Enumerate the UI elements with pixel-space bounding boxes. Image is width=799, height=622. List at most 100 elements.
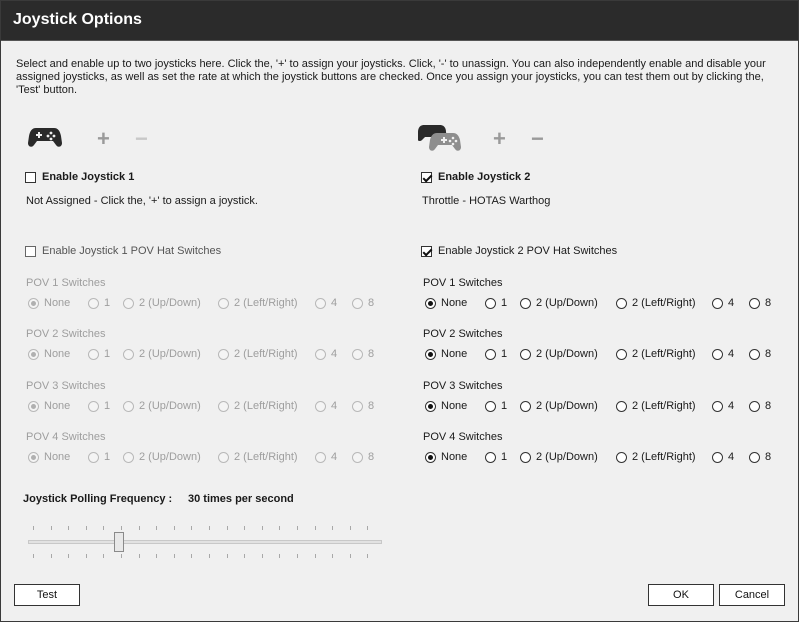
radio-2-left-right[interactable]: 2 (Left/Right) [218, 400, 298, 412]
radio-8[interactable]: 8 [352, 348, 374, 360]
radio-none[interactable]: None [28, 348, 70, 360]
slider-tick [68, 554, 70, 558]
radio-2-left-right[interactable]: 2 (Left/Right) [616, 297, 696, 309]
slider-tick [103, 554, 105, 558]
joystick1-status: Not Assigned - Click the, '+' to assign … [26, 195, 258, 207]
radio-2-up-down[interactable]: 2 (Up/Down) [123, 451, 201, 463]
enable-joystick1-checkbox[interactable]: Enable Joystick 1 [25, 171, 134, 183]
polling-frequency-label: Joystick Polling Frequency : [23, 493, 173, 505]
radio-none[interactable]: None [28, 297, 70, 309]
enable-joystick1-label: Enable Joystick 1 [42, 171, 135, 183]
slider-tick [33, 526, 34, 530]
radio-none[interactable]: None [425, 451, 467, 463]
radio-2-up-down[interactable]: 2 (Up/Down) [520, 400, 598, 412]
ok-button[interactable]: OK [648, 584, 714, 606]
slider-tick [297, 554, 298, 558]
slider-tick [85, 526, 87, 530]
unassign-joystick2-button[interactable]: − [531, 128, 544, 150]
slider-tick [121, 554, 122, 558]
radio-4[interactable]: 4 [712, 400, 734, 412]
enable-joystick1-pov-label: Enable Joystick 1 POV Hat Switches [42, 245, 222, 257]
radio-8[interactable]: 8 [749, 297, 771, 309]
radio-8[interactable]: 8 [749, 400, 771, 412]
radio-4[interactable]: 4 [315, 400, 337, 412]
slider-tick [226, 554, 228, 558]
radio-1[interactable]: 1 [88, 451, 110, 463]
slider-tick [156, 554, 158, 558]
radio-4[interactable]: 4 [315, 297, 337, 309]
slider-tick [191, 526, 193, 530]
radio-2-up-down[interactable]: 2 (Up/Down) [520, 297, 598, 309]
slider-tick [138, 526, 140, 530]
radio-2-left-right[interactable]: 2 (Left/Right) [218, 451, 298, 463]
assign-joystick1-button[interactable]: + [97, 128, 110, 150]
radio-8[interactable]: 8 [749, 348, 771, 360]
radio-none[interactable]: None [425, 348, 467, 360]
slider-tick [138, 554, 140, 558]
intro-text: Select and enable up to two joysticks he… [16, 58, 766, 96]
radio-none[interactable]: None [425, 400, 467, 412]
slider-tick [173, 554, 175, 558]
slider-tick [279, 526, 281, 530]
radio-4[interactable]: 4 [712, 348, 734, 360]
joystick2-status: Throttle - HOTAS Warthog [422, 195, 551, 207]
radio-4[interactable]: 4 [712, 297, 734, 309]
radio-2-left-right[interactable]: 2 (Left/Right) [616, 400, 696, 412]
enable-joystick2-pov-checkbox[interactable]: Enable Joystick 2 POV Hat Switches [421, 245, 617, 257]
radio-8[interactable]: 8 [352, 400, 374, 412]
radio-2-left-right[interactable]: 2 (Left/Right) [616, 348, 696, 360]
radio-1[interactable]: 1 [485, 400, 507, 412]
window-title: Joystick Options [13, 11, 142, 28]
slider-tick [121, 526, 122, 530]
slider-tick [349, 526, 351, 530]
checkbox-box [25, 171, 36, 183]
enable-joystick2-label: Enable Joystick 2 [438, 171, 531, 183]
slider-tick [279, 554, 281, 558]
unassign-joystick1-button[interactable]: − [135, 128, 148, 150]
slider-track [28, 540, 382, 544]
radio-4[interactable]: 4 [315, 348, 337, 360]
radio-none[interactable]: None [425, 297, 467, 309]
enable-joystick2-checkbox[interactable]: Enable Joystick 2 [421, 171, 530, 183]
radio-2-left-right[interactable]: 2 (Left/Right) [218, 297, 298, 309]
pov4-label-j2: POV 4 Switches [423, 431, 503, 443]
radio-2-up-down[interactable]: 2 (Up/Down) [123, 348, 201, 360]
radio-1[interactable]: 1 [88, 400, 110, 412]
enable-joystick1-pov-checkbox[interactable]: Enable Joystick 1 POV Hat Switches [25, 245, 221, 257]
radio-none[interactable]: None [28, 451, 70, 463]
radio-none[interactable]: None [28, 400, 70, 412]
slider-tick [332, 554, 334, 558]
radio-1[interactable]: 1 [88, 348, 110, 360]
polling-frequency-slider[interactable] [28, 521, 384, 561]
slider-tick [209, 554, 210, 558]
slider-tick [314, 526, 316, 530]
polling-frequency-value: 30 times per second [188, 493, 294, 505]
slider-thumb[interactable] [114, 532, 124, 552]
radio-1[interactable]: 1 [485, 451, 507, 463]
slider-tick [297, 526, 298, 530]
slider-tick [244, 554, 246, 558]
dual-gamepad-icon [418, 125, 461, 151]
assign-joystick2-button[interactable]: + [493, 128, 506, 150]
slider-tick [50, 554, 52, 558]
test-button[interactable]: Test [14, 584, 80, 606]
radio-1[interactable]: 1 [485, 348, 507, 360]
radio-2-up-down[interactable]: 2 (Up/Down) [520, 451, 598, 463]
radio-2-up-down[interactable]: 2 (Up/Down) [123, 400, 201, 412]
pov2-label-j1: POV 2 Switches [26, 328, 106, 340]
radio-8[interactable]: 8 [749, 451, 771, 463]
radio-1[interactable]: 1 [88, 297, 110, 309]
radio-8[interactable]: 8 [352, 451, 374, 463]
slider-tick [332, 526, 334, 530]
radio-4[interactable]: 4 [712, 451, 734, 463]
cancel-button[interactable]: Cancel [719, 584, 785, 606]
radio-2-left-right[interactable]: 2 (Left/Right) [218, 348, 298, 360]
radio-1[interactable]: 1 [485, 297, 507, 309]
radio-2-up-down[interactable]: 2 (Up/Down) [520, 348, 598, 360]
slider-tick [103, 526, 105, 530]
radio-2-up-down[interactable]: 2 (Up/Down) [123, 297, 201, 309]
enable-joystick2-pov-label: Enable Joystick 2 POV Hat Switches [438, 245, 618, 257]
radio-8[interactable]: 8 [352, 297, 374, 309]
radio-4[interactable]: 4 [315, 451, 337, 463]
radio-2-left-right[interactable]: 2 (Left/Right) [616, 451, 696, 463]
